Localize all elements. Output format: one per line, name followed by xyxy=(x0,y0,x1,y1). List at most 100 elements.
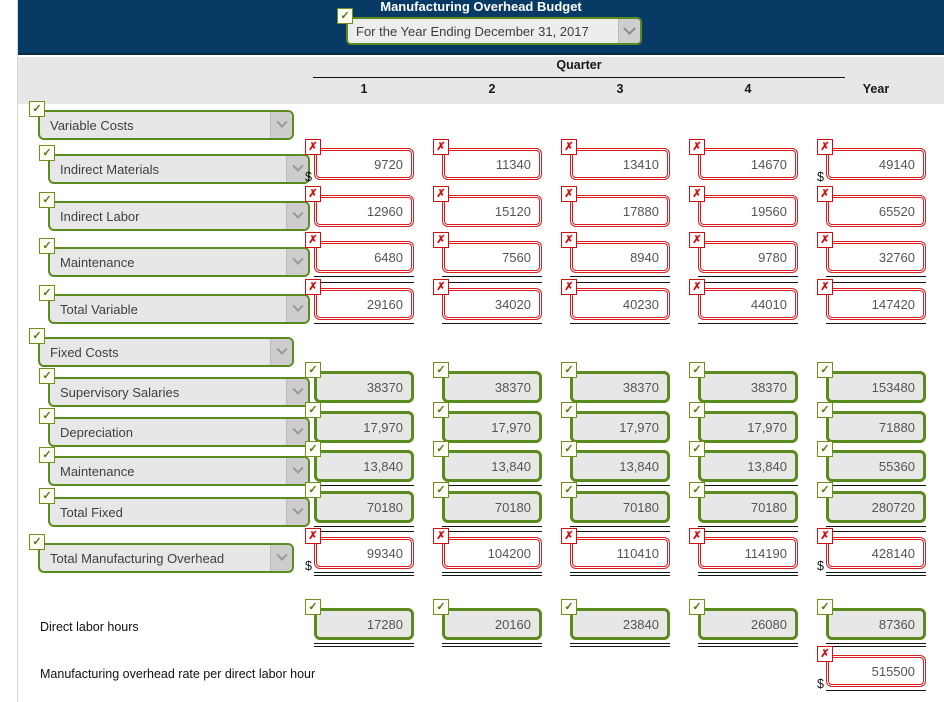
cell-depreciation-q3[interactable]: ✓ 17,970 xyxy=(561,402,670,443)
row-label-select-total-fixed[interactable]: Total Fixed xyxy=(48,497,310,527)
cell-value[interactable]: 13,840 xyxy=(442,450,542,482)
cell-value[interactable]: 70180 xyxy=(442,491,542,523)
cell-maintenance-variable-q1[interactable]: ✗ 6480 xyxy=(305,232,414,273)
cell-value[interactable]: 9720 xyxy=(314,148,414,180)
cell-value[interactable]: 11340 xyxy=(442,148,542,180)
row-label-select-wrapper-indirect-labor[interactable]: ✓ Indirect Labor xyxy=(39,192,310,231)
cell-total-fixed-q2[interactable]: ✓ 70180 xyxy=(433,482,542,523)
cell-value[interactable]: 23840 xyxy=(570,608,670,640)
cell-total-variable-q1[interactable]: ✗ 29160 xyxy=(305,279,414,320)
cell-supervisory-salaries-q3[interactable]: ✓ 38370 xyxy=(561,362,670,403)
cell-maintenance-variable-q4[interactable]: ✗ 9780 xyxy=(689,232,798,273)
row-label-select-wrapper-total-manufacturing-overhead[interactable]: ✓ Total Manufacturing Overhead xyxy=(29,534,294,573)
chevron-down-icon[interactable] xyxy=(286,249,308,275)
cell-supervisory-salaries-q1[interactable]: ✓ 38370 xyxy=(305,362,414,403)
cell-value[interactable]: 12960 xyxy=(314,195,414,227)
row-label-select-wrapper-variable-costs-header[interactable]: ✓ Variable Costs xyxy=(29,101,294,140)
row-label-select-supervisory-salaries[interactable]: Supervisory Salaries xyxy=(48,377,310,407)
cell-total-manufacturing-overhead-q1[interactable]: ✗ 99340 $ xyxy=(305,528,414,573)
cell-direct-labor-hours-q4[interactable]: ✓ 26080 xyxy=(689,599,798,640)
cell-depreciation-q1[interactable]: ✓ 17,970 xyxy=(305,402,414,443)
cell-value[interactable]: 17,970 xyxy=(570,411,670,443)
cell-manufacturing-overhead-rate-year[interactable]: ✗ 515500 $ xyxy=(817,646,926,691)
cell-indirect-labor-q3[interactable]: ✗ 17880 xyxy=(561,186,670,227)
chevron-down-icon[interactable] xyxy=(270,339,292,365)
row-label-select-wrapper-maintenance-variable[interactable]: ✓ Maintenance xyxy=(39,238,310,277)
row-label-select-indirect-materials[interactable]: Indirect Materials xyxy=(48,154,310,184)
cell-value[interactable]: 87360 xyxy=(826,608,926,640)
cell-maintenance-variable-q3[interactable]: ✗ 8940 xyxy=(561,232,670,273)
cell-value[interactable]: 13410 xyxy=(570,148,670,180)
cell-value[interactable]: 280720 xyxy=(826,491,926,523)
cell-value[interactable]: 70180 xyxy=(314,491,414,523)
cell-value[interactable]: 147420 xyxy=(826,288,926,320)
cell-value[interactable]: 99340 xyxy=(314,537,414,569)
cell-maintenance-variable-q2[interactable]: ✗ 7560 xyxy=(433,232,542,273)
cell-value[interactable]: 20160 xyxy=(442,608,542,640)
row-label-select-depreciation[interactable]: Depreciation xyxy=(48,417,310,447)
cell-indirect-materials-q4[interactable]: ✗ 14670 xyxy=(689,139,798,180)
row-label-select-wrapper-supervisory-salaries[interactable]: ✓ Supervisory Salaries xyxy=(39,368,310,407)
cell-supervisory-salaries-q4[interactable]: ✓ 38370 xyxy=(689,362,798,403)
cell-value[interactable]: 6480 xyxy=(314,241,414,273)
cell-value[interactable]: 65520 xyxy=(826,195,926,227)
row-label-select-wrapper-total-variable[interactable]: ✓ Total Variable xyxy=(39,285,310,324)
cell-maintenance-fixed-year[interactable]: ✓ 55360 xyxy=(817,441,926,482)
cell-supervisory-salaries-q2[interactable]: ✓ 38370 xyxy=(433,362,542,403)
cell-value[interactable]: 114190 xyxy=(698,537,798,569)
cell-total-variable-q4[interactable]: ✗ 44010 xyxy=(689,279,798,320)
cell-supervisory-salaries-year[interactable]: ✓ 153480 xyxy=(817,362,926,403)
cell-value[interactable]: 70180 xyxy=(698,491,798,523)
cell-indirect-labor-q2[interactable]: ✗ 15120 xyxy=(433,186,542,227)
cell-maintenance-fixed-q2[interactable]: ✓ 13,840 xyxy=(433,441,542,482)
cell-value[interactable]: 32760 xyxy=(826,241,926,273)
cell-total-variable-q2[interactable]: ✗ 34020 xyxy=(433,279,542,320)
chevron-down-icon[interactable] xyxy=(270,112,292,138)
cell-value[interactable]: 9780 xyxy=(698,241,798,273)
row-label-select-fixed-costs-header[interactable]: Fixed Costs xyxy=(38,337,294,367)
cell-total-fixed-year[interactable]: ✓ 280720 xyxy=(817,482,926,523)
cell-direct-labor-hours-q2[interactable]: ✓ 20160 xyxy=(433,599,542,640)
cell-value[interactable]: 13,840 xyxy=(570,450,670,482)
chevron-down-icon[interactable] xyxy=(286,499,308,525)
cell-depreciation-year[interactable]: ✓ 71880 xyxy=(817,402,926,443)
cell-total-fixed-q4[interactable]: ✓ 70180 xyxy=(689,482,798,523)
cell-indirect-materials-q1[interactable]: ✗ 9720 $ xyxy=(305,139,414,184)
cell-indirect-materials-year[interactable]: ✗ 49140 $ xyxy=(817,139,926,184)
cell-value[interactable]: 29160 xyxy=(314,288,414,320)
row-label-select-wrapper-depreciation[interactable]: ✓ Depreciation xyxy=(39,408,310,447)
cell-value[interactable]: 8940 xyxy=(570,241,670,273)
cell-value[interactable]: 17280 xyxy=(314,608,414,640)
cell-value[interactable]: 38370 xyxy=(314,371,414,403)
row-label-select-wrapper-total-fixed[interactable]: ✓ Total Fixed xyxy=(39,488,310,527)
cell-total-manufacturing-overhead-q3[interactable]: ✗ 110410 xyxy=(561,528,670,569)
cell-total-manufacturing-overhead-q2[interactable]: ✗ 104200 xyxy=(433,528,542,569)
cell-value[interactable]: 26080 xyxy=(698,608,798,640)
cell-maintenance-fixed-q4[interactable]: ✓ 13,840 xyxy=(689,441,798,482)
cell-total-variable-year[interactable]: ✗ 147420 xyxy=(817,279,926,320)
row-label-select-indirect-labor[interactable]: Indirect Labor xyxy=(48,201,310,231)
row-label-select-wrapper-maintenance-fixed[interactable]: ✓ Maintenance xyxy=(39,447,310,486)
cell-value[interactable]: 49140 xyxy=(826,148,926,180)
cell-value[interactable]: 17,970 xyxy=(698,411,798,443)
cell-total-fixed-q3[interactable]: ✓ 70180 xyxy=(561,482,670,523)
cell-maintenance-variable-year[interactable]: ✗ 32760 xyxy=(817,232,926,273)
cell-indirect-materials-q3[interactable]: ✗ 13410 xyxy=(561,139,670,180)
row-label-select-maintenance-fixed[interactable]: Maintenance xyxy=(48,456,310,486)
cell-depreciation-q4[interactable]: ✓ 17,970 xyxy=(689,402,798,443)
cell-value[interactable]: 153480 xyxy=(826,371,926,403)
row-label-select-variable-costs-header[interactable]: Variable Costs xyxy=(38,110,294,140)
row-label-select-wrapper-fixed-costs-header[interactable]: ✓ Fixed Costs xyxy=(29,328,294,367)
cell-indirect-labor-year[interactable]: ✗ 65520 xyxy=(817,186,926,227)
chevron-down-icon[interactable] xyxy=(286,296,308,322)
cell-value[interactable]: 44010 xyxy=(698,288,798,320)
cell-total-manufacturing-overhead-q4[interactable]: ✗ 114190 xyxy=(689,528,798,569)
cell-value[interactable]: 70180 xyxy=(570,491,670,523)
cell-value[interactable]: 55360 xyxy=(826,450,926,482)
cell-indirect-materials-q2[interactable]: ✗ 11340 xyxy=(433,139,542,180)
cell-indirect-labor-q4[interactable]: ✗ 19560 xyxy=(689,186,798,227)
cell-total-fixed-q1[interactable]: ✓ 70180 xyxy=(305,482,414,523)
cell-direct-labor-hours-year[interactable]: ✓ 87360 xyxy=(817,599,926,640)
chevron-down-icon[interactable] xyxy=(618,19,640,43)
cell-value[interactable]: 15120 xyxy=(442,195,542,227)
